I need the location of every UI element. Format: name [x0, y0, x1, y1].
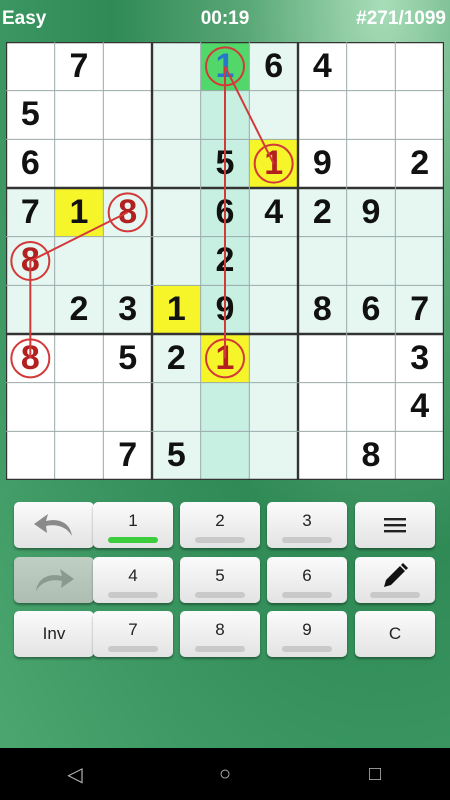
digit-progress-bar — [195, 646, 245, 652]
redo-button[interactable] — [14, 557, 94, 603]
menu-button[interactable] — [355, 502, 435, 548]
digit-button-8[interactable]: 8 — [180, 611, 260, 657]
digit-progress-bar — [108, 592, 158, 598]
home-nav-icon[interactable]: ○ — [195, 763, 255, 786]
digit-button-9[interactable]: 9 — [267, 611, 347, 657]
inverse-button[interactable]: Inv — [14, 611, 94, 657]
back-nav-icon[interactable]: ◁ — [45, 762, 105, 787]
chain-link-line — [29, 211, 129, 262]
digit-label: 3 — [302, 511, 312, 530]
android-nav-bar: ◁ ○ □ — [0, 748, 450, 800]
digit-button-7[interactable]: 7 — [93, 611, 173, 657]
inverse-label: Inv — [42, 624, 66, 643]
digit-label: 4 — [128, 566, 138, 585]
digit-progress-bar — [108, 646, 158, 652]
digit-progress-bar — [282, 592, 332, 598]
chain-overlay — [10, 46, 294, 379]
puzzle-number: #271/1099 — [356, 8, 446, 29]
chain-link-line — [224, 65, 275, 165]
digit-label: 6 — [302, 566, 312, 585]
pencil-notes-button[interactable] — [355, 557, 435, 603]
digit-label: 7 — [128, 620, 138, 639]
clear-label: C — [388, 624, 402, 643]
digit-progress-bar — [108, 537, 158, 543]
hamburger-menu-icon — [384, 518, 406, 533]
sudoku-board[interactable]: 71645651927186429822319867852134758 — [6, 42, 444, 480]
digit-label: 8 — [215, 620, 225, 639]
digit-label: 9 — [302, 620, 312, 639]
pencil-toggle-bar — [370, 592, 420, 598]
digit-button-2[interactable]: 2 — [180, 502, 260, 548]
digit-button-4[interactable]: 4 — [93, 557, 173, 603]
recents-nav-icon[interactable]: □ — [345, 763, 405, 786]
pencil-icon — [384, 563, 408, 587]
digit-button-6[interactable]: 6 — [267, 557, 347, 603]
digit-progress-bar — [282, 537, 332, 543]
undo-button[interactable] — [14, 502, 94, 548]
digit-label: 5 — [215, 566, 225, 585]
digit-button-1[interactable]: 1 — [93, 502, 173, 548]
digit-label: 1 — [128, 511, 138, 530]
digit-button-3[interactable]: 3 — [267, 502, 347, 548]
digit-progress-bar — [195, 537, 245, 543]
digit-progress-bar — [282, 646, 332, 652]
digit-button-5[interactable]: 5 — [180, 557, 260, 603]
redo-arrow-icon — [36, 569, 74, 591]
undo-arrow-icon — [34, 514, 72, 536]
digit-progress-bar — [195, 592, 245, 598]
digit-label: 2 — [215, 511, 225, 530]
clear-button[interactable]: C — [355, 611, 435, 657]
top-bar: Easy 00:19 #271/1099 — [0, 0, 450, 40]
